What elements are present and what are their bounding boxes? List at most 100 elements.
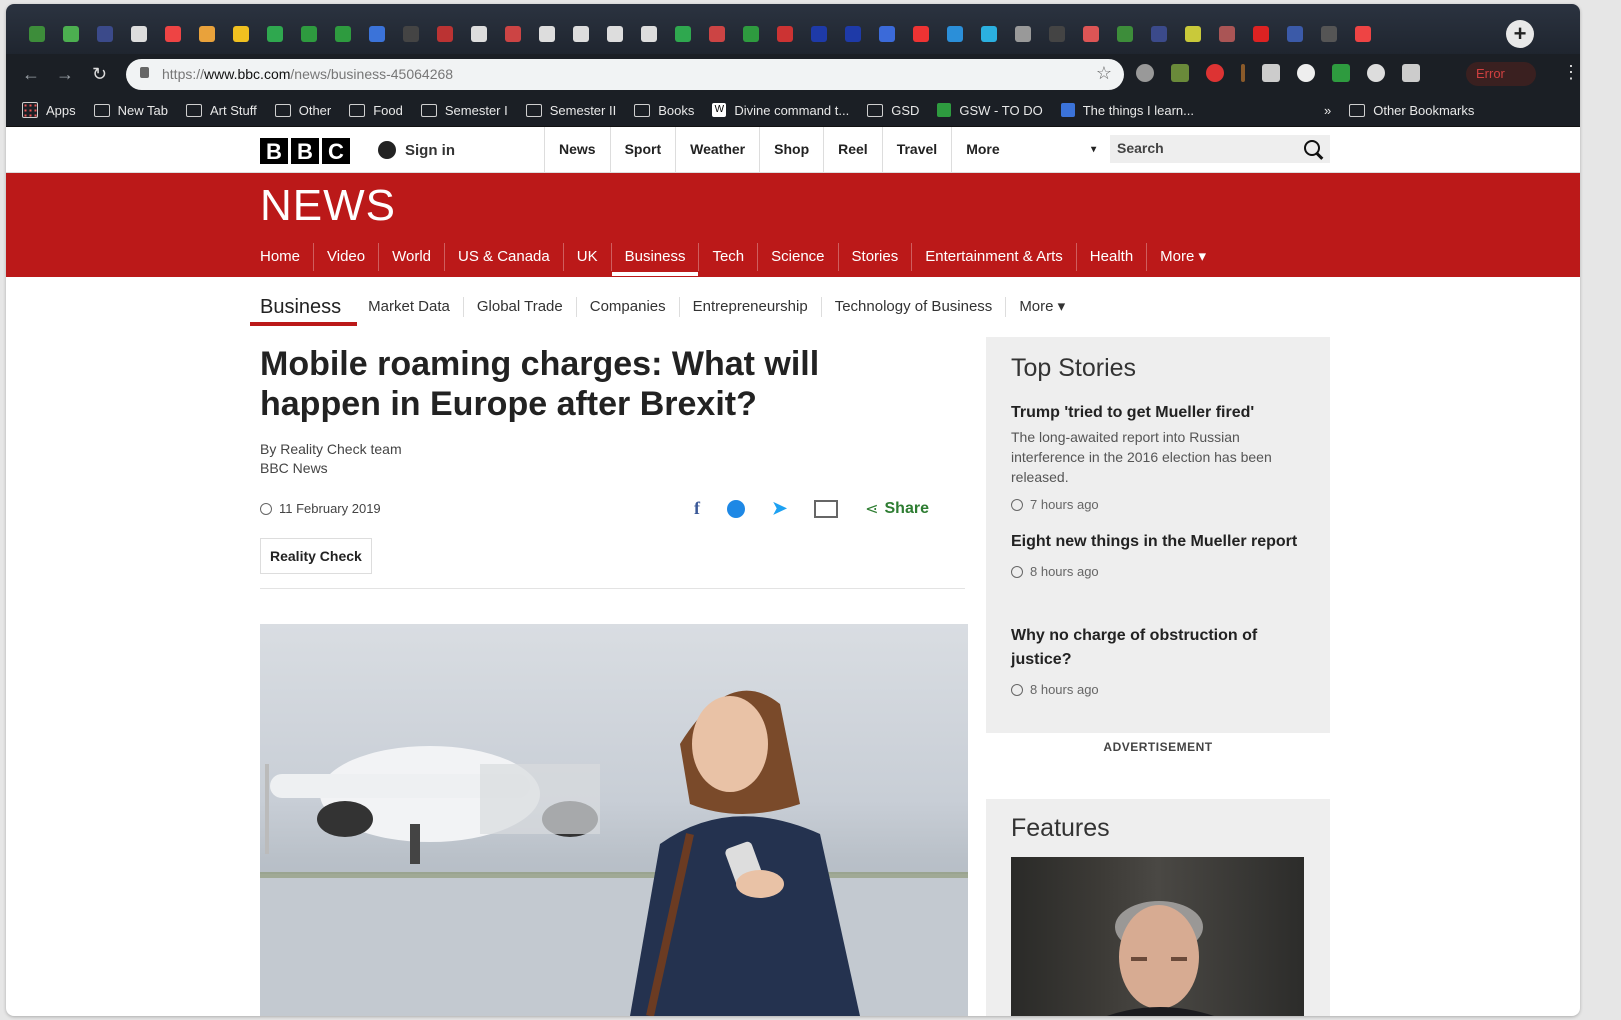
reality-check-tag[interactable]: Reality Check — [260, 538, 372, 574]
news-nav-item[interactable]: UK — [564, 243, 612, 271]
browser-tab[interactable] — [20, 18, 54, 50]
browser-tab[interactable] — [530, 18, 564, 50]
browser-tab[interactable] — [836, 18, 870, 50]
story-headline[interactable]: Eight new things in the Mueller report — [1011, 530, 1303, 554]
browser-tab[interactable] — [904, 18, 938, 50]
news-nav-item[interactable]: Tech — [699, 243, 759, 271]
search-input[interactable]: Search — [1110, 135, 1330, 163]
story-headline[interactable]: Trump 'tried to get Mueller fired' — [1011, 401, 1303, 425]
bookmark-item[interactable]: Art Stuff — [185, 103, 257, 118]
bookmark-item[interactable]: Semester II — [525, 103, 616, 118]
bookmark-star-icon[interactable]: ☆ — [1096, 63, 1112, 84]
global-nav-reel[interactable]: Reel — [823, 127, 882, 172]
search-icon[interactable] — [1304, 140, 1320, 156]
news-nav-item[interactable]: Home — [260, 243, 315, 271]
browser-tab[interactable] — [54, 18, 88, 50]
news-nav-item[interactable]: US & Canada — [445, 243, 564, 271]
browser-tab[interactable] — [1244, 18, 1278, 50]
browser-tab[interactable] — [1346, 18, 1380, 50]
news-nav-item[interactable]: Stories — [839, 243, 913, 271]
bbc-logo[interactable]: BBC — [260, 138, 350, 164]
browser-tab[interactable] — [1278, 18, 1312, 50]
browser-tab[interactable] — [1210, 18, 1244, 50]
story-item[interactable]: Eight new things in the Mueller report 8… — [1011, 530, 1303, 579]
news-nav-item[interactable]: World — [379, 243, 446, 271]
sign-in-link[interactable]: Sign in — [378, 141, 455, 159]
bookmark-item[interactable]: W Divine command t... — [712, 103, 849, 118]
news-nav-item[interactable]: Entertainment & Arts — [912, 243, 1077, 271]
browser-tab[interactable] — [1040, 18, 1074, 50]
browser-tab[interactable] — [972, 18, 1006, 50]
bookmark-item[interactable]: GSW - TO DO — [937, 103, 1043, 118]
browser-tab[interactable] — [190, 18, 224, 50]
global-nav-more[interactable]: More ▾ — [951, 127, 1110, 172]
browser-tab[interactable] — [462, 18, 496, 50]
browser-tab[interactable] — [1006, 18, 1040, 50]
subnav-item[interactable]: Global Trade — [464, 297, 577, 317]
messenger-icon[interactable] — [727, 499, 745, 518]
extension-icon[interactable] — [1332, 64, 1350, 82]
browser-tab[interactable] — [938, 18, 972, 50]
extension-icon[interactable] — [1171, 64, 1189, 82]
browser-tab[interactable] — [258, 18, 292, 50]
browser-tab[interactable] — [224, 18, 258, 50]
new-tab-button[interactable]: + — [1506, 20, 1534, 48]
browser-tab[interactable] — [88, 18, 122, 50]
browser-tab[interactable] — [1108, 18, 1142, 50]
twitter-icon[interactable]: ➤ — [772, 498, 787, 519]
reload-icon[interactable]: ↻ — [92, 64, 107, 85]
bookmark-item[interactable]: Apps — [22, 102, 76, 118]
browser-tab[interactable] — [394, 18, 428, 50]
global-nav-sport[interactable]: Sport — [609, 127, 676, 172]
browser-tab[interactable] — [666, 18, 700, 50]
browser-tab[interactable] — [564, 18, 598, 50]
browser-tab[interactable] — [1074, 18, 1108, 50]
browser-tab[interactable] — [734, 18, 768, 50]
forward-icon[interactable]: → — [56, 64, 74, 85]
bookmark-item[interactable]: Food — [349, 103, 403, 118]
global-nav-shop[interactable]: Shop — [759, 127, 823, 172]
browser-tab[interactable] — [598, 18, 632, 50]
browser-tab[interactable] — [292, 18, 326, 50]
subnav-item[interactable]: Technology of Business — [822, 297, 1007, 317]
story-item[interactable]: Why no charge of obstruction of justice?… — [1011, 624, 1303, 697]
extension-icon[interactable] — [1402, 64, 1420, 82]
browser-tab[interactable] — [768, 18, 802, 50]
address-bar[interactable]: https://www.bbc.com/news/business-450642… — [126, 59, 1124, 90]
bookmark-item[interactable]: The things I learn... — [1060, 103, 1194, 118]
browser-tab[interactable] — [802, 18, 836, 50]
extension-icon[interactable] — [1297, 64, 1315, 82]
browser-tab[interactable] — [632, 18, 666, 50]
bookmark-item[interactable]: Books — [634, 103, 694, 118]
news-nav-item[interactable]: Science — [758, 243, 839, 271]
subnav-item[interactable]: Companies — [577, 297, 680, 317]
browser-tab[interactable] — [156, 18, 190, 50]
browser-menu-icon[interactable]: ⋮ — [1562, 62, 1580, 83]
global-nav-news[interactable]: News — [544, 127, 610, 172]
section-title-business[interactable]: Business — [249, 297, 358, 326]
story-headline[interactable]: Why no charge of obstruction of justice? — [1011, 624, 1303, 672]
news-nav-item[interactable]: More ▾ — [1147, 243, 1219, 271]
browser-tab[interactable] — [870, 18, 904, 50]
extension-icon[interactable] — [1262, 64, 1280, 82]
extension-icon[interactable] — [1136, 64, 1154, 82]
browser-tab[interactable] — [700, 18, 734, 50]
news-nav-item[interactable]: Video — [314, 243, 380, 271]
browser-tab[interactable] — [326, 18, 360, 50]
news-nav-item[interactable]: Business — [611, 243, 700, 276]
news-nav-item[interactable]: Health — [1077, 243, 1148, 271]
browser-tab[interactable] — [428, 18, 462, 50]
email-icon[interactable] — [814, 499, 839, 518]
browser-tab[interactable] — [122, 18, 156, 50]
subnav-item[interactable]: Market Data — [355, 297, 464, 317]
browser-tab[interactable] — [1142, 18, 1176, 50]
news-title[interactable]: NEWS — [260, 181, 396, 231]
browser-tab[interactable] — [360, 18, 394, 50]
subnav-item[interactable]: Entrepreneurship — [680, 297, 822, 317]
bookmark-item[interactable]: GSD — [867, 103, 919, 118]
extension-icon[interactable] — [1241, 64, 1245, 82]
global-nav-weather[interactable]: Weather — [675, 127, 759, 172]
other-bookmarks-folder[interactable]: Other Bookmarks — [1349, 103, 1474, 118]
browser-tab[interactable] — [496, 18, 530, 50]
feature-image[interactable] — [1011, 857, 1304, 1016]
